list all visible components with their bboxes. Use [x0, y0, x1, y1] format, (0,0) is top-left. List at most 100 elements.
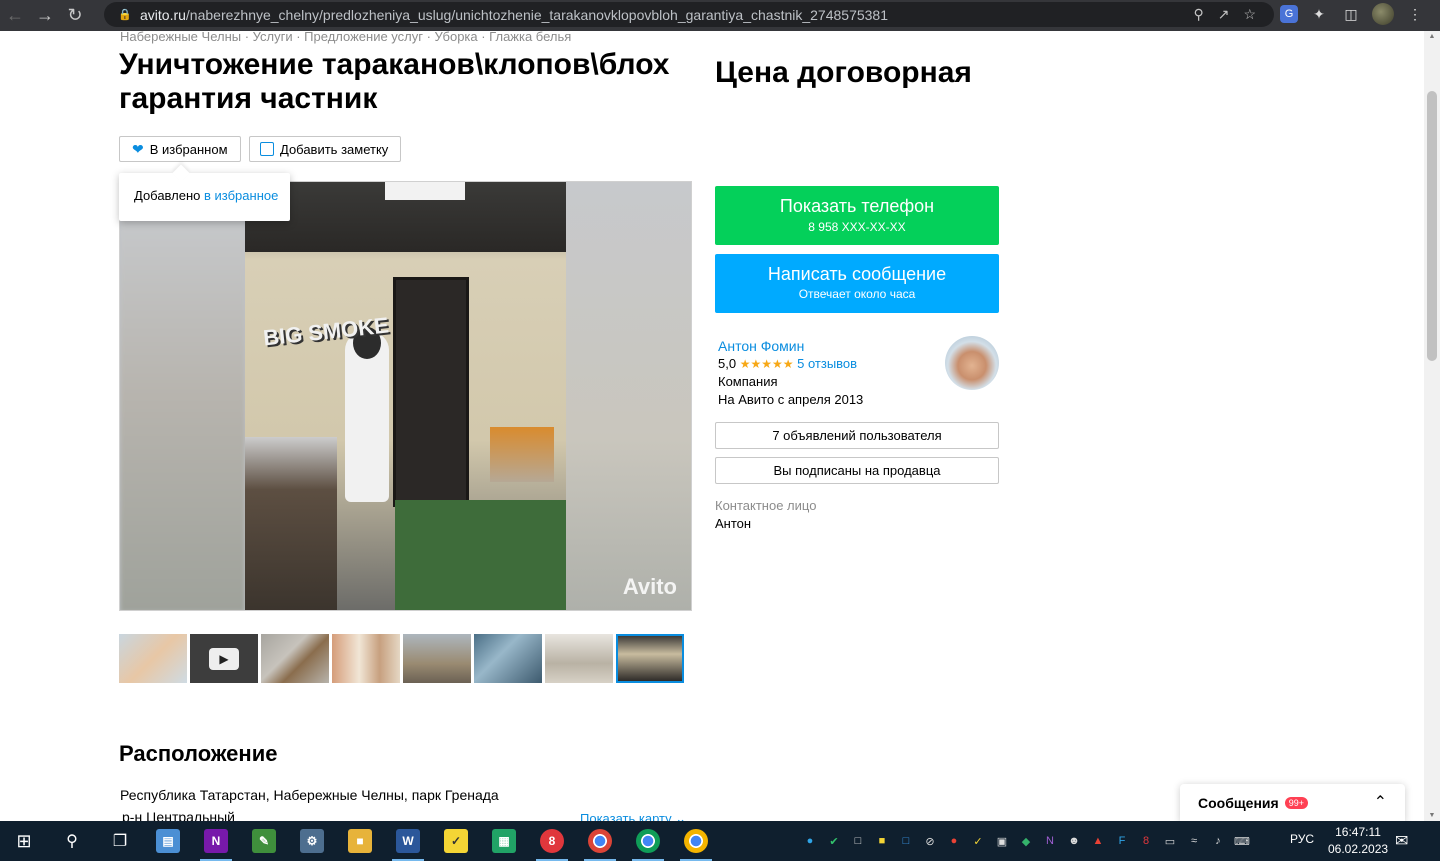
video-thumbnail[interactable]: ▶: [190, 634, 258, 683]
thumbnail[interactable]: [332, 634, 400, 683]
url-text: avito.ru/naberezhnye_chelny/predlozheniy…: [140, 6, 888, 23]
battery-icon[interactable]: ▭: [1160, 831, 1180, 851]
keyboard-icon[interactable]: ⌨: [1232, 831, 1252, 851]
window-icon[interactable]: ▣: [992, 831, 1012, 851]
sticky-notes-icon[interactable]: ✓: [432, 821, 480, 861]
onenote-app-icon[interactable]: N: [192, 821, 240, 861]
notification-center-icon[interactable]: ✉: [1395, 831, 1408, 851]
wifi-icon[interactable]: ≈: [1184, 831, 1204, 851]
favorite-tooltip: Добавлено в избранное: [119, 173, 290, 221]
page-scrollbar[interactable]: ▲ ▼: [1424, 31, 1440, 821]
location-heading: Расположение: [119, 741, 278, 766]
check-icon[interactable]: ✓: [968, 831, 988, 851]
volume-icon[interactable]: ♪: [1208, 831, 1228, 851]
yandex-app-icon[interactable]: 8: [528, 821, 576, 861]
location-address: Республика Татарстан, Набережные Челны, …: [120, 787, 499, 803]
breadcrumb[interactable]: Набережные Челны · Услуги · Предложение …: [120, 31, 571, 44]
input-language[interactable]: РУС: [1290, 832, 1314, 846]
shield-icon[interactable]: ✔: [824, 831, 844, 851]
contact-person-label: Контактное лицо: [715, 498, 817, 513]
scrollbar-thumb[interactable]: [1427, 91, 1437, 361]
chevron-down-icon: ⌄: [675, 811, 687, 821]
user-listings-button[interactable]: 7 объявлений пользователя: [715, 422, 999, 449]
thumbnail[interactable]: [545, 634, 613, 683]
windows-start-icon[interactable]: ⊞: [0, 821, 48, 861]
listing-price: Цена договорная: [715, 56, 972, 89]
reload-icon[interactable]: ↻: [60, 2, 90, 30]
favorites-link[interactable]: в избранное: [204, 188, 278, 203]
chrome-tray-icon[interactable]: ●: [944, 831, 964, 851]
taskbar-clock[interactable]: 16:47:11 06.02.2023: [1328, 824, 1388, 858]
chrome-app-icon[interactable]: [672, 821, 720, 861]
onenote-tray-icon[interactable]: N: [1040, 831, 1060, 851]
reviews-link[interactable]: 5 отзывов: [797, 356, 857, 371]
thumbnail[interactable]: [261, 634, 329, 683]
fx-icon[interactable]: F: [1112, 831, 1132, 851]
monitor-icon[interactable]: □: [848, 831, 868, 851]
favorite-label: В избранном: [149, 141, 228, 157]
yandex-tray-icon[interactable]: 8: [1136, 831, 1156, 851]
search-icon[interactable]: ⚲: [48, 821, 96, 861]
page-content: Набережные Челны · Услуги · Предложение …: [0, 31, 1424, 821]
snip-icon[interactable]: □: [896, 831, 916, 851]
chrome-app-icon[interactable]: [624, 821, 672, 861]
translate-extension-icon[interactable]: G: [1280, 5, 1298, 23]
listing-title: Уничтожение тараканов\клопов\блох гарант…: [119, 48, 670, 115]
seller-name[interactable]: Антон Фомин: [718, 337, 863, 355]
chevron-up-icon[interactable]: ⌃: [1374, 792, 1387, 812]
browser-toolbar: ← → ↻ 🔒 avito.ru/naberezhnye_chelny/pred…: [0, 0, 1440, 31]
file-app-icon[interactable]: ▤: [144, 821, 192, 861]
thumbnail[interactable]: [474, 634, 542, 683]
notes-icon[interactable]: ■: [872, 831, 892, 851]
thumbnail[interactable]: [403, 634, 471, 683]
show-map-link[interactable]: Показать карту ⌄: [580, 811, 686, 821]
seller-since: На Авито с апреля 2013: [718, 392, 864, 407]
extensions-puzzle-icon[interactable]: ✦: [1308, 3, 1330, 25]
side-panel-icon[interactable]: ◫: [1340, 3, 1362, 25]
paint-icon[interactable]: ◆: [1016, 831, 1036, 851]
messages-label: Сообщения: [1198, 795, 1279, 811]
scroll-down-icon[interactable]: ▼: [1427, 812, 1437, 819]
messages-panel[interactable]: Сообщения 99+ ⌃: [1180, 784, 1405, 821]
back-icon[interactable]: ←: [0, 2, 30, 30]
thumbnail[interactable]: [119, 634, 187, 683]
play-icon: ▶: [209, 647, 239, 670]
excel-app-icon[interactable]: ▦: [480, 821, 528, 861]
seller-rating: 5,0 ★★★★★ 5 отзывов: [718, 356, 858, 371]
app-icon[interactable]: ⚙: [288, 821, 336, 861]
zoom-icon[interactable]: ⚲: [1193, 6, 1203, 23]
people-icon[interactable]: ☻: [1064, 831, 1084, 851]
rating-stars-icon: ★★★★★: [739, 357, 794, 371]
chrome-app-icon[interactable]: [576, 821, 624, 861]
profile-avatar-icon[interactable]: [1372, 3, 1394, 25]
thumbnail-selected[interactable]: [616, 634, 684, 683]
share-icon[interactable]: ↗: [1218, 6, 1230, 23]
messages-badge: 99+: [1284, 797, 1308, 809]
seller-avatar[interactable]: [945, 336, 999, 390]
subscribed-button[interactable]: Вы подписаны на продавца: [715, 457, 999, 484]
main-photo[interactable]: BIG SMOKE Avito: [119, 181, 692, 611]
heart-icon: ❤: [132, 140, 144, 157]
write-message-button[interactable]: Написать сообщение Отвечает около часа: [715, 254, 999, 313]
word-app-icon[interactable]: W: [384, 821, 432, 861]
forward-icon[interactable]: →: [30, 2, 60, 30]
notepad-app-icon[interactable]: ✎: [240, 821, 288, 861]
block-icon[interactable]: ⊘: [920, 831, 940, 851]
bookmark-star-icon[interactable]: ☆: [1243, 6, 1256, 23]
add-note-label: Добавить заметку: [280, 141, 389, 157]
task-view-icon[interactable]: ❐: [96, 821, 144, 861]
menu-kebab-icon[interactable]: ⋮: [1404, 3, 1426, 25]
favorite-button[interactable]: ❤ В избранном: [119, 136, 241, 162]
add-note-button[interactable]: Добавить заметку: [249, 136, 402, 162]
arrow-icon[interactable]: ▲: [1088, 831, 1108, 851]
avito-watermark: Avito: [622, 574, 677, 599]
location-district: р-н Центральный: [122, 809, 236, 821]
photo-thumbnails: ▶: [119, 634, 684, 683]
file-explorer-icon[interactable]: ■: [336, 821, 384, 861]
show-phone-button[interactable]: Показать телефон 8 958 XXX-XX-XX: [715, 186, 999, 245]
address-bar[interactable]: 🔒 avito.ru/naberezhnye_chelny/predlozhen…: [104, 2, 1274, 27]
system-tray: ● ✔ □ ■ □ ⊘ ● ✓ ▣ ◆ N ☻ ▲ F 8 ▭ ≈ ♪ ⌨: [800, 821, 1252, 861]
edge-icon[interactable]: ●: [800, 831, 820, 851]
windows-taskbar: ⊞ ⚲ ❐ ▤ N ✎ ⚙ ■ W ✓ ▦ 8 ● ✔ □ ■ □ ⊘ ● ✓ …: [0, 821, 1440, 861]
scroll-up-icon[interactable]: ▲: [1427, 33, 1437, 40]
